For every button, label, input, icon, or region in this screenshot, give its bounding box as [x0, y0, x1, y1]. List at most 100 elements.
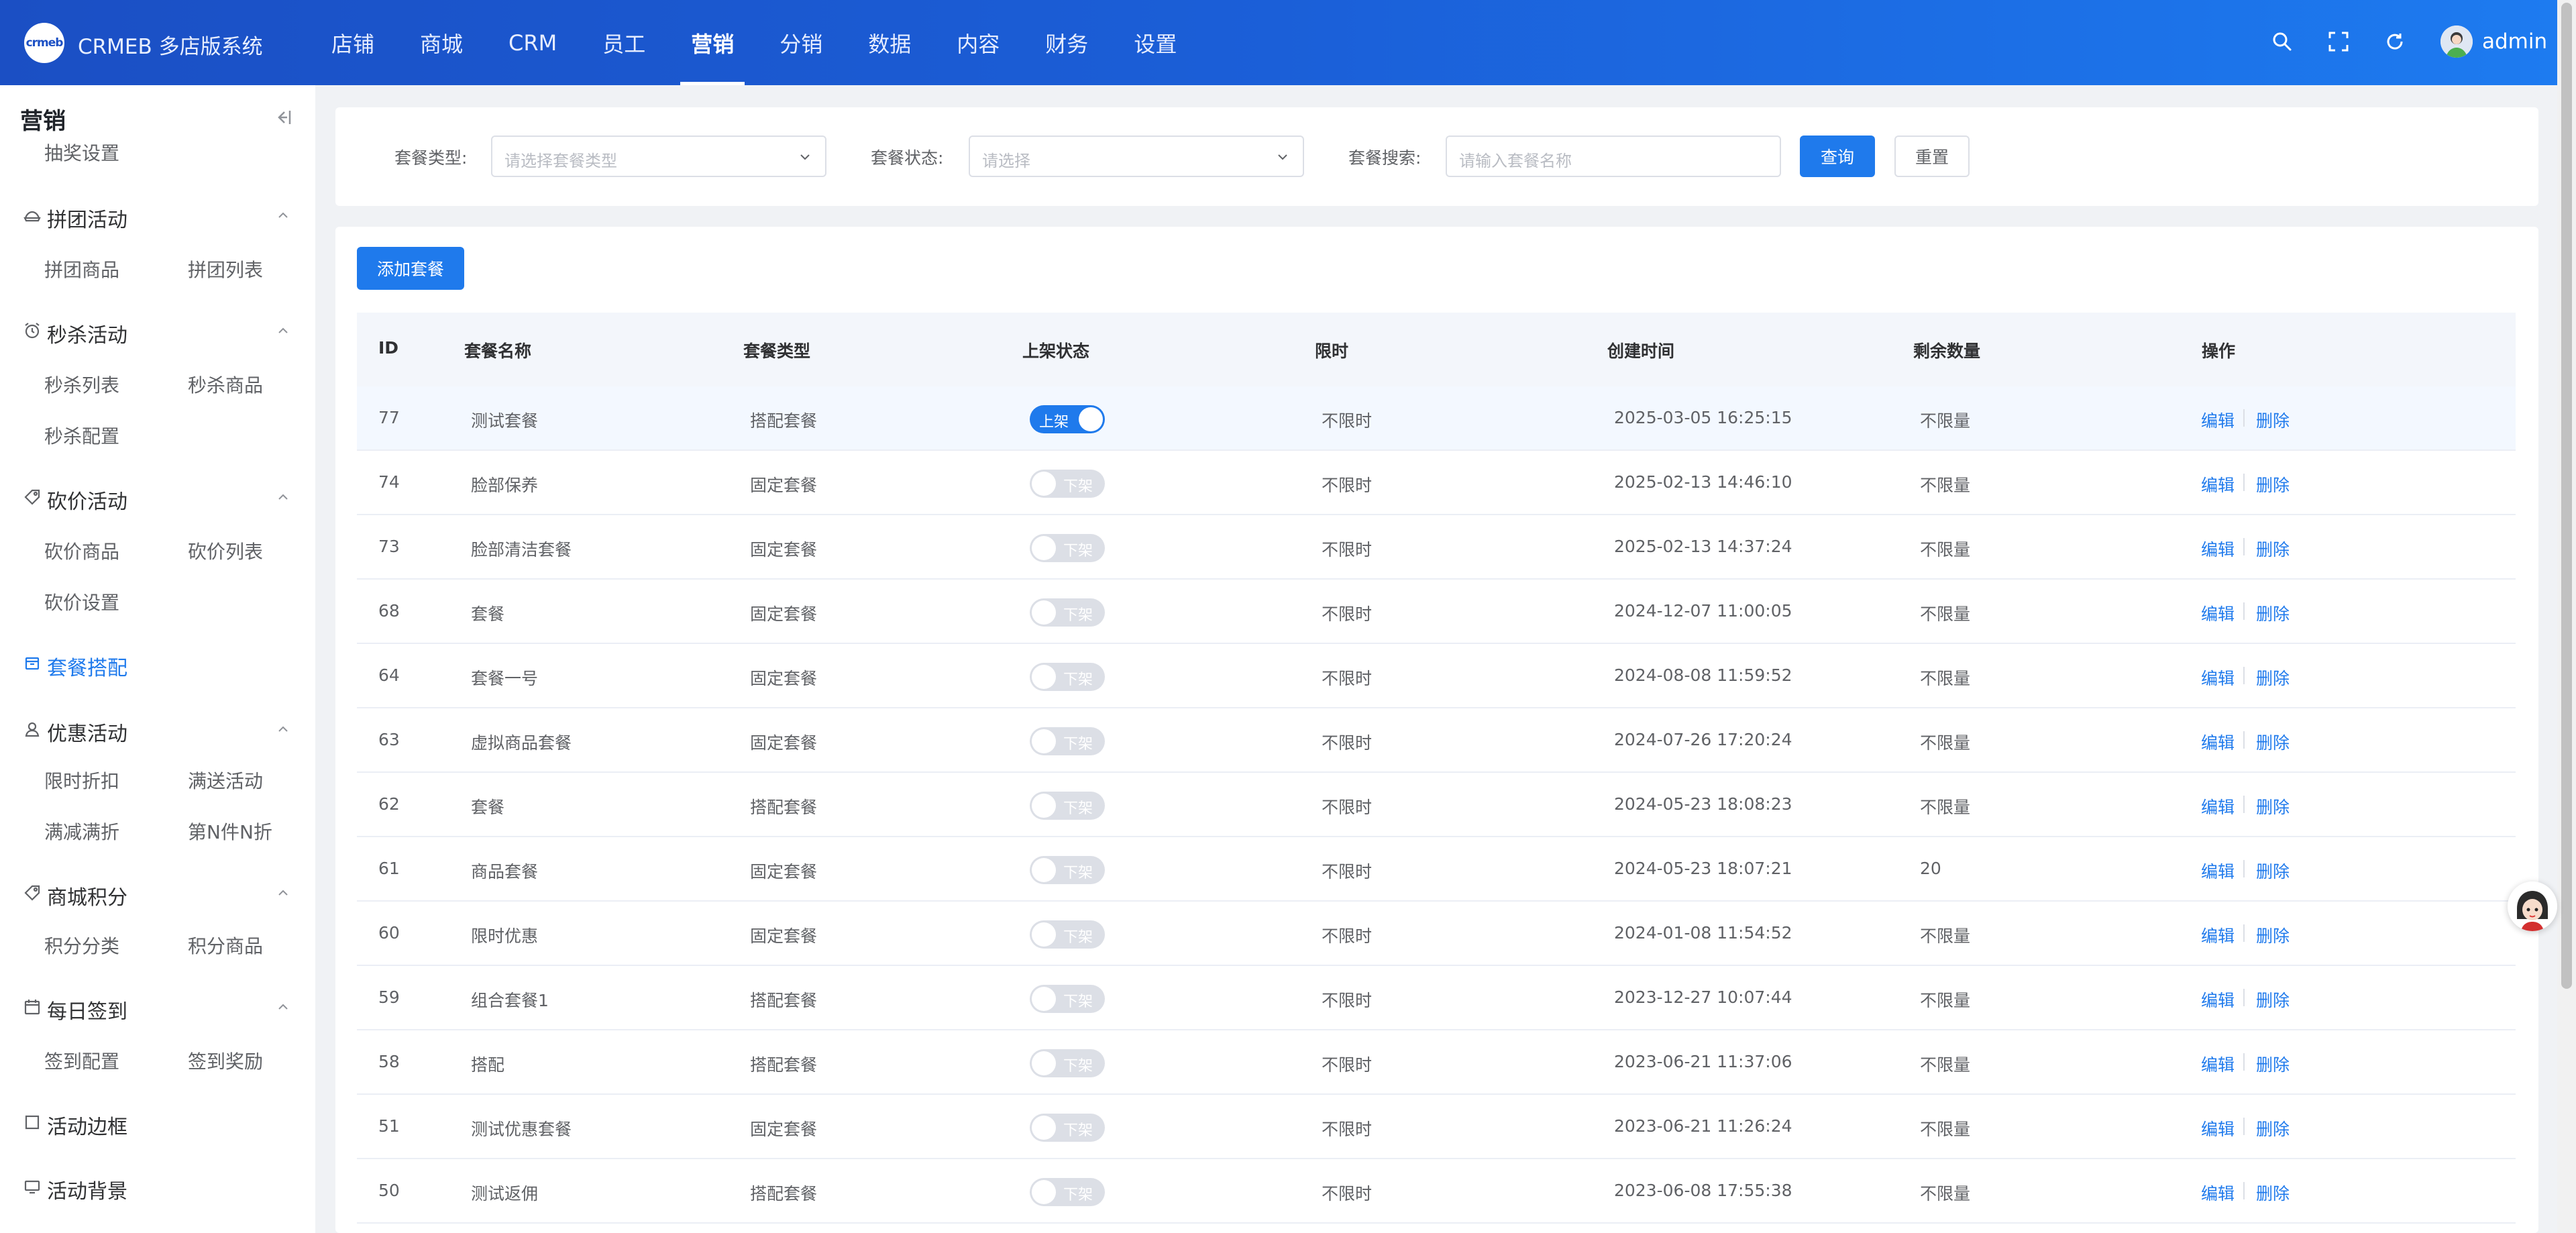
package-search-input[interactable]: 请输入套餐名称 [1446, 136, 1781, 177]
delete-link[interactable]: 删除 [2256, 794, 2290, 818]
sidebar-item-signin-rewards[interactable]: 签到奖励 [188, 1047, 263, 1074]
status-toggle[interactable]: 下架 [1030, 985, 1105, 1013]
edit-link[interactable]: 编辑 [2201, 859, 2235, 883]
sidebar-item-package[interactable]: 套餐搭配 [0, 637, 315, 690]
sidebar-item-bargain-list[interactable]: 砍价列表 [188, 537, 263, 564]
avatar[interactable] [2440, 25, 2473, 58]
sidebar-item-flash-list[interactable]: 秒杀列表 [44, 371, 119, 398]
logo[interactable]: crmeb [24, 23, 64, 63]
delete-link[interactable]: 删除 [2256, 601, 2290, 625]
nav-item-finance[interactable]: 财务 [1022, 0, 1111, 85]
status-toggle[interactable]: 下架 [1030, 727, 1105, 755]
delete-link[interactable]: 删除 [2256, 730, 2290, 754]
reset-button[interactable]: 重置 [1894, 136, 1970, 177]
sidebar-group-promotions[interactable]: 优惠活动 [0, 702, 315, 756]
edit-link[interactable]: 编辑 [2201, 987, 2235, 1012]
sidebar-item-group-list[interactable]: 拼团列表 [188, 256, 263, 282]
username[interactable]: admin [2482, 30, 2547, 54]
sidebar-item-lottery-settings[interactable]: 抽奖设置 [44, 139, 119, 162]
status-toggle[interactable]: 下架 [1030, 1049, 1105, 1077]
sidebar-group-group-buy[interactable]: 拼团活动 [0, 189, 315, 242]
status-toggle[interactable]: 下架 [1030, 1178, 1105, 1206]
scrollbar-thumb[interactable] [2561, 3, 2572, 989]
edit-link[interactable]: 编辑 [2201, 601, 2235, 625]
sidebar-item-limited-discount[interactable]: 限时折扣 [44, 767, 119, 794]
nav-item-crm[interactable]: CRM [486, 0, 580, 85]
sidebar-item-bargain-settings[interactable]: 砍价设置 [44, 588, 119, 615]
edit-link[interactable]: 编辑 [2201, 1116, 2235, 1140]
nav-item-content[interactable]: 内容 [934, 0, 1022, 85]
cell-name: 限时优惠 [471, 926, 539, 946]
nav-item-settings[interactable]: 设置 [1111, 0, 1199, 85]
status-toggle[interactable]: 下架 [1030, 663, 1105, 691]
sidebar-item-full-reduction[interactable]: 满减满折 [44, 818, 119, 845]
edit-link[interactable]: 编辑 [2201, 537, 2235, 561]
collapse-sidebar-icon[interactable] [271, 105, 295, 129]
edit-link[interactable]: 编辑 [2201, 665, 2235, 690]
sidebar-item-points-products[interactable]: 积分商品 [188, 932, 263, 959]
delete-link[interactable]: 删除 [2256, 859, 2290, 883]
nav-item-store[interactable]: 店铺 [309, 0, 397, 85]
status-toggle[interactable]: 下架 [1030, 470, 1105, 498]
sidebar-group-flash-sale[interactable]: 秒杀活动 [0, 304, 315, 358]
edit-link[interactable]: 编辑 [2201, 1052, 2235, 1076]
table-header: ID 套餐名称 套餐类型 上架状态 限时 创建时间 剩余数量 操作 [357, 313, 2516, 386]
nav-item-distribution[interactable]: 分销 [757, 0, 845, 85]
package-type-select[interactable]: 请选择套餐类型 [491, 136, 826, 177]
nav-item-staff[interactable]: 员工 [580, 0, 668, 85]
package-status-select[interactable]: 请选择 [969, 136, 1304, 177]
delete-link[interactable]: 删除 [2256, 1181, 2290, 1205]
delete-link[interactable]: 删除 [2256, 1052, 2290, 1076]
action-divider [2243, 1053, 2245, 1071]
delete-link[interactable]: 删除 [2256, 472, 2290, 496]
edit-link[interactable]: 编辑 [2201, 923, 2235, 947]
delete-link[interactable]: 删除 [2256, 665, 2290, 690]
sidebar-group-label: 秒杀活动 [47, 324, 127, 347]
status-toggle[interactable]: 下架 [1030, 534, 1105, 562]
cell-limit: 不限时 [1322, 411, 1373, 431]
sidebar-item-points-category[interactable]: 积分分类 [44, 932, 119, 959]
cell-stock: 不限量 [1920, 1184, 1971, 1203]
sidebar-item-activity-frame[interactable]: 活动边框 [0, 1095, 315, 1149]
sidebar-group-daily-signin[interactable]: 每日签到 [0, 980, 315, 1034]
nav-item-data[interactable]: 数据 [845, 0, 934, 85]
delete-link[interactable]: 删除 [2256, 408, 2290, 432]
status-toggle[interactable]: 上架 [1030, 405, 1105, 433]
nav-item-mall[interactable]: 商城 [397, 0, 486, 85]
fullscreen-icon[interactable] [2322, 25, 2355, 58]
delete-link[interactable]: 删除 [2256, 537, 2290, 561]
sidebar-item-activity-background[interactable]: 活动背景 [0, 1160, 315, 1214]
sidebar-item-bargain-products[interactable]: 砍价商品 [44, 537, 119, 564]
sidebar-item-flash-config[interactable]: 秒杀配置 [44, 422, 119, 449]
search-button[interactable]: 查询 [1800, 136, 1875, 177]
edit-link[interactable]: 编辑 [2201, 730, 2235, 754]
edit-link[interactable]: 编辑 [2201, 1181, 2235, 1205]
cell-name: 搭配 [471, 1055, 505, 1075]
status-toggle[interactable]: 下架 [1030, 1114, 1105, 1142]
toggle-knob [1032, 729, 1056, 753]
sidebar-item-gift-event[interactable]: 满送活动 [188, 767, 263, 794]
cell-created-time: 2024-05-23 18:08:23 [1614, 794, 1792, 814]
sidebar-item-signin-config[interactable]: 签到配置 [44, 1047, 119, 1074]
customer-service-avatar[interactable] [2508, 881, 2557, 931]
sidebar-item-nth-discount[interactable]: 第N件N折 [188, 818, 272, 845]
status-toggle[interactable]: 下架 [1030, 920, 1105, 949]
delete-link[interactable]: 删除 [2256, 1116, 2290, 1140]
status-toggle[interactable]: 下架 [1030, 856, 1105, 884]
refresh-icon[interactable] [2379, 25, 2411, 58]
column-header-name: 套餐名称 [464, 341, 532, 361]
sidebar-item-flash-products[interactable]: 秒杀商品 [188, 371, 263, 398]
delete-link[interactable]: 删除 [2256, 987, 2290, 1012]
add-package-button[interactable]: 添加套餐 [357, 247, 464, 290]
status-toggle[interactable]: 下架 [1030, 792, 1105, 820]
delete-link[interactable]: 删除 [2256, 923, 2290, 947]
edit-link[interactable]: 编辑 [2201, 408, 2235, 432]
edit-link[interactable]: 编辑 [2201, 794, 2235, 818]
sidebar-group-points[interactable]: 商城积分 [0, 866, 315, 920]
sidebar-item-group-products[interactable]: 拼团商品 [44, 256, 119, 282]
nav-item-marketing[interactable]: 营销 [668, 0, 757, 85]
status-toggle[interactable]: 下架 [1030, 598, 1105, 627]
edit-link[interactable]: 编辑 [2201, 472, 2235, 496]
search-icon[interactable] [2266, 25, 2298, 58]
sidebar-group-bargain[interactable]: 砍价活动 [0, 470, 315, 524]
